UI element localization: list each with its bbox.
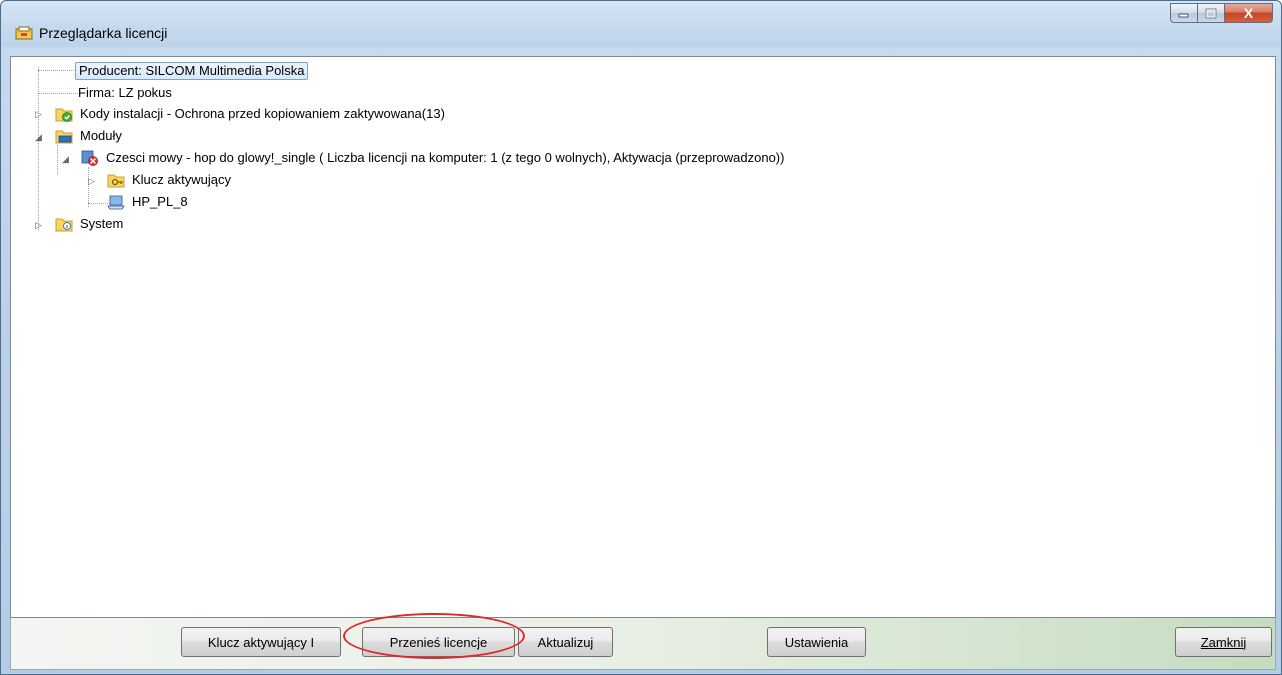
tree-connector: [38, 93, 78, 94]
tree-item-label: HP_PL_8: [132, 194, 188, 209]
caption-buttons: X: [1170, 3, 1273, 27]
tree-item-system[interactable]: System: [55, 215, 126, 233]
close-icon: X: [1243, 5, 1254, 21]
tree-item-label: Czesci mowy - hop do glowy!_single ( Lic…: [106, 150, 785, 165]
tree-item-moduly[interactable]: Moduły: [55, 127, 125, 145]
transfer-license-button[interactable]: Przenieś licencje: [362, 627, 515, 657]
module-disabled-icon: [81, 150, 98, 166]
expand-arrow-icon[interactable]: ▷: [87, 177, 96, 186]
tree-item-label: Klucz aktywujący: [132, 172, 231, 187]
collapse-arrow-icon[interactable]: ◢: [61, 155, 70, 164]
folder-modules-icon: [55, 130, 73, 144]
folder-info-icon: [55, 218, 73, 232]
tree-item-label: System: [80, 216, 124, 231]
expand-arrow-icon[interactable]: ▷: [34, 110, 43, 119]
tree-item-klucz[interactable]: Klucz aktywujący: [107, 171, 234, 189]
tree-connector: [38, 70, 78, 71]
tree-item-producent[interactable]: Producent: SILCOM Multimedia Polska: [75, 62, 309, 80]
tree-item-label: Moduły: [80, 128, 122, 143]
expand-arrow-icon[interactable]: ▷: [34, 221, 43, 230]
computer-icon: [107, 195, 125, 210]
tree-item-label: Firma: LZ pokus: [78, 85, 172, 100]
button-bar: Klucz aktywujący I Przenieś licencje Akt…: [10, 618, 1276, 670]
license-tree[interactable]: Producent: SILCOM Multimedia Polska Firm…: [10, 56, 1276, 618]
tree-item-firma[interactable]: Firma: LZ pokus: [75, 84, 175, 102]
update-button[interactable]: Aktualizuj: [518, 627, 613, 657]
settings-button[interactable]: Ustawienia: [767, 627, 866, 657]
folder-key-icon: [107, 174, 125, 188]
close-button[interactable]: X: [1225, 3, 1273, 23]
tree-item-label: Kody instalacji - Ochrona przed kopiowan…: [80, 106, 445, 121]
collapse-arrow-icon[interactable]: ◢: [34, 133, 43, 142]
maximize-button[interactable]: [1198, 3, 1225, 23]
close-dialog-button[interactable]: Zamknij: [1175, 627, 1272, 657]
tree-item-modul[interactable]: Czesci mowy - hop do glowy!_single ( Lic…: [81, 149, 787, 167]
license-viewer-window: Przeglądarka licencji X Producent: SILCO…: [0, 0, 1282, 675]
tree-item-label: Producent: SILCOM Multimedia Polska: [75, 62, 309, 80]
tree-connector: [88, 167, 89, 207]
activation-key-button[interactable]: Klucz aktywujący I: [181, 627, 341, 657]
title-bar[interactable]: Przeglądarka licencji X: [1, 1, 1281, 47]
tree-connector: [38, 67, 39, 230]
tree-item-kody-instalacji[interactable]: Kody instalacji - Ochrona przed kopiowan…: [55, 105, 448, 123]
maximize-icon: [1205, 8, 1217, 18]
folder-check-icon: [55, 108, 73, 122]
tree-item-computer[interactable]: HP_PL_8: [107, 193, 191, 211]
license-app-icon: [15, 26, 33, 40]
window-title: Przeglądarka licencji: [39, 25, 168, 41]
tree-connector: [57, 145, 58, 175]
minimize-button[interactable]: [1170, 3, 1198, 23]
minimize-icon: [1178, 13, 1189, 18]
